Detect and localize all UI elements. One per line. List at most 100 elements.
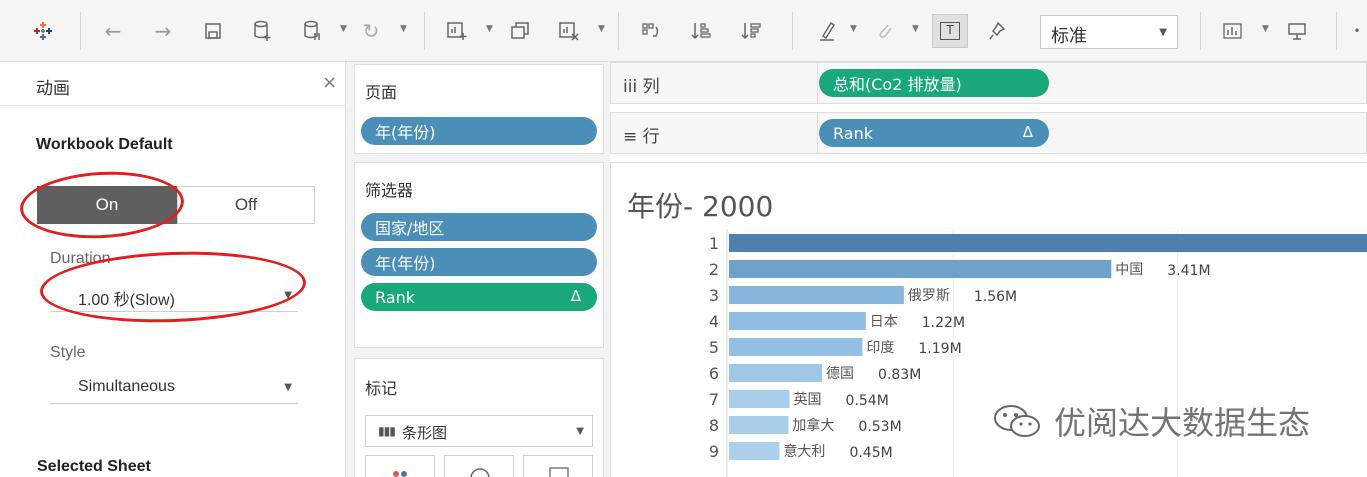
shelves-column: 页面 年(年份) 筛选器 国家/地区 年(年份) Rank Δ 标记 ▮▮▮ 条… (346, 62, 610, 477)
animation-on-button[interactable]: On (37, 186, 177, 224)
rank-label: 2 (709, 260, 719, 279)
size-marks-button[interactable] (444, 455, 514, 477)
duplicate-sheet-icon[interactable] (506, 14, 536, 48)
duration-dropdown[interactable]: 1.00 秒(Slow) ▼ (50, 278, 298, 312)
value-label: 1.22M (922, 315, 965, 331)
size-circle-icon (470, 468, 490, 477)
toolbar-separator (618, 12, 619, 50)
style-dropdown[interactable]: Simultaneous ▼ (50, 370, 298, 404)
filter-pill-rank[interactable]: Rank Δ (361, 283, 597, 311)
rank-label: 7 (709, 390, 719, 409)
sort-descending-icon[interactable] (736, 14, 766, 48)
new-worksheet-icon[interactable] (442, 14, 472, 48)
bar (729, 416, 789, 434)
text-label-icon: T (940, 22, 960, 40)
country-label: 俄罗斯 (908, 288, 950, 304)
pill-label: 年(年份) (375, 123, 436, 142)
country-label: 中国 (1115, 262, 1143, 278)
watermark-text: 优阅达大数据生态 (1054, 404, 1311, 442)
columns-pill-co2-sum[interactable]: 总和(Co2 排放量) (819, 69, 1049, 97)
toolbar-separator (424, 12, 425, 50)
rank-label: 3 (709, 286, 719, 305)
pages-pill-year[interactable]: 年(年份) (361, 117, 597, 145)
duration-value: 1.00 秒(Slow) (78, 292, 175, 309)
clear-sheet-icon[interactable] (554, 14, 584, 48)
value-label: 1.56M (974, 289, 1017, 305)
rows-shelf-label: ≡ 行 (623, 127, 660, 147)
sort-ascending-icon[interactable] (686, 14, 716, 48)
back-arrow-icon[interactable]: ← (98, 14, 128, 48)
refresh-icon[interactable]: ↻ (356, 14, 386, 48)
pages-card-title: 页面 (365, 83, 398, 102)
bar-chart-icon: ▮▮▮ (378, 424, 396, 438)
rank-label: 6 (709, 364, 719, 383)
chevron-down-icon[interactable]: ▼ (486, 24, 493, 34)
color-marks-button[interactable] (365, 455, 435, 477)
bar (729, 390, 790, 408)
share-icon[interactable]: • (1350, 14, 1364, 48)
columns-shelf-label: iii 列 (623, 77, 660, 97)
color-dots-icon (393, 471, 407, 477)
bar (729, 442, 780, 460)
label-marks-button[interactable] (523, 455, 593, 477)
swap-rows-columns-icon[interactable] (636, 14, 666, 48)
value-label: 0.54M (846, 393, 889, 409)
selected-sheet-heading: Selected Sheet (37, 458, 151, 475)
country-label: 英国 (794, 391, 822, 408)
animation-panel: 动画 × Workbook Default On Off Duration 1.… (0, 62, 346, 477)
filter-pill-country[interactable]: 国家/地区 (361, 213, 597, 241)
shelf-divider (817, 63, 818, 103)
tableau-logo-icon[interactable] (26, 14, 60, 48)
pause-datasource-icon[interactable] (298, 14, 328, 48)
animation-off-button[interactable]: Off (177, 186, 315, 224)
rows-pill-rank[interactable]: Rank Δ (819, 119, 1049, 147)
rank-label: 1 (709, 234, 719, 253)
rank-label: 8 (709, 416, 719, 435)
save-icon[interactable] (198, 14, 228, 48)
close-icon[interactable]: × (322, 72, 337, 93)
chevron-down-icon[interactable]: ▼ (400, 24, 407, 34)
pill-label: 总和(Co2 排放量) (833, 75, 962, 94)
country-label: 德国 (826, 366, 854, 382)
chevron-down-icon[interactable]: ▼ (912, 24, 919, 34)
pin-icon[interactable] (982, 14, 1012, 48)
show-me-icon[interactable] (1218, 14, 1248, 48)
fit-mode-select[interactable]: 标准 ▼ (1040, 15, 1178, 49)
toolbar-separator (80, 12, 81, 50)
value-label: 0.83M (878, 367, 921, 383)
country-label: 意大利 (783, 443, 825, 460)
presentation-mode-icon[interactable] (1282, 14, 1312, 48)
chevron-down-icon[interactable]: ▼ (850, 24, 857, 34)
chevron-down-icon: ▼ (1159, 27, 1167, 38)
value-label: 1.19M (918, 341, 961, 357)
chevron-down-icon[interactable]: ▼ (598, 24, 605, 34)
pill-label: 国家/地区 (375, 219, 445, 238)
filters-card-title: 筛选器 (365, 181, 414, 200)
fit-mode-value: 标准 (1051, 26, 1087, 47)
wechat-logo-icon (994, 405, 1040, 437)
pages-card: 页面 年(年份) (354, 64, 604, 154)
duration-label: Duration (50, 250, 111, 267)
forward-arrow-icon[interactable]: → (148, 14, 178, 48)
pill-label: Rank (833, 123, 873, 143)
new-datasource-icon[interactable] (248, 14, 278, 48)
toolbar-separator (1336, 12, 1337, 50)
panel-title: 动画 (36, 79, 70, 99)
chevron-down-icon[interactable]: ▼ (1262, 24, 1269, 34)
marks-card-title: 标记 (365, 379, 398, 398)
style-value: Simultaneous (78, 378, 175, 395)
mark-type-select[interactable]: ▮▮▮ 条形图 ▼ (365, 415, 593, 447)
style-label: Style (50, 344, 86, 361)
chevron-down-icon: ▼ (576, 426, 584, 437)
country-label: 印度 (866, 340, 894, 356)
animation-panel-header: 动画 × (0, 62, 346, 106)
highlight-pen-icon[interactable] (812, 14, 842, 48)
pill-label: Rank (375, 287, 415, 307)
filter-pill-year[interactable]: 年(年份) (361, 248, 597, 276)
rows-shelf: ≡ 行 Rank Δ (610, 112, 1367, 154)
chevron-down-icon: ▼ (284, 382, 292, 393)
toolbar-separator (792, 12, 793, 50)
group-paperclip-icon[interactable] (870, 14, 900, 48)
chevron-down-icon[interactable]: ▼ (340, 24, 347, 34)
show-mark-labels-button[interactable]: T (932, 14, 968, 48)
